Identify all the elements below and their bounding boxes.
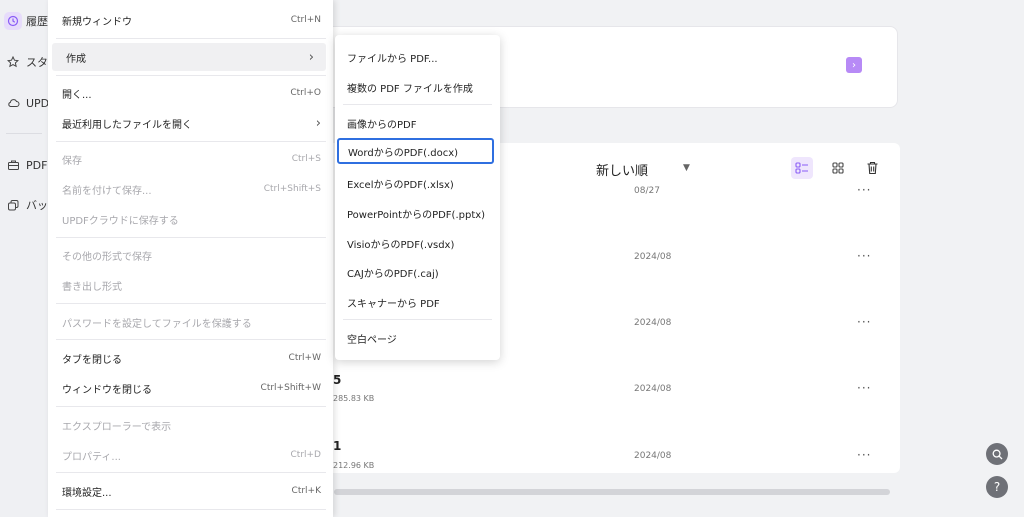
chevron-right-icon[interactable]: › <box>846 57 862 73</box>
submenu-item-pdf-from-excel[interactable]: ExcelからのPDF(.xlsx) <box>335 170 500 196</box>
submenu-item-pdf-from-caj[interactable]: CAJからのPDF(.caj) <box>335 259 500 285</box>
submenu-item-pdf-from-file[interactable]: ファイルから PDF... <box>335 44 500 70</box>
row-date: 2024/08 <box>634 384 672 394</box>
chevron-right-icon: › <box>308 49 314 65</box>
sidebar-item-history[interactable]: 履歴 <box>4 7 48 35</box>
submenu-item-pdf-from-word[interactable]: WordからのPDF(.docx) <box>337 138 494 164</box>
menu-separator <box>56 509 326 510</box>
caret-down-icon[interactable]: ▼ <box>683 163 690 173</box>
row-file-size: 212.96 KB <box>333 461 375 470</box>
clock-icon <box>4 12 22 30</box>
grid-view-button[interactable] <box>827 157 849 179</box>
menu-item-open-recent[interactable]: 最近利用したファイルを開く › <box>48 109 333 137</box>
menu-separator <box>56 406 326 407</box>
help-icon: ? <box>993 480 1001 494</box>
create-submenu: ファイルから PDF... 複数の PDF ファイルを作成 画像からのPDF W… <box>335 35 500 360</box>
search-button[interactable] <box>986 443 1008 465</box>
row-file-size: 285.83 KB <box>333 394 375 403</box>
sidebar-divider <box>6 133 42 134</box>
sidebar: 履歴 スター付き UPDF PDF バッチ <box>0 0 48 517</box>
menu-item-export-format[interactable]: 書き出し形式 <box>48 271 333 299</box>
list-view-button[interactable] <box>791 157 813 179</box>
sidebar-item-label: 履歴 <box>26 15 48 28</box>
sidebar-item-label: UPDF <box>26 96 48 110</box>
search-icon <box>992 449 1002 459</box>
menu-separator <box>56 38 326 39</box>
submenu-item-create-multiple-pdf[interactable]: 複数の PDF ファイルを作成 <box>335 74 500 100</box>
row-date: 2024/08 <box>634 252 672 262</box>
row-date: 2024/08 <box>634 318 672 328</box>
menu-separator <box>56 237 326 238</box>
more-icon[interactable]: ··· <box>857 448 871 462</box>
menu-item-new-window[interactable]: 新規ウィンドウ Ctrl+N <box>48 6 333 34</box>
submenu-item-pdf-from-scanner[interactable]: スキャナーから PDF <box>335 289 500 315</box>
menu-item-save-to-cloud[interactable]: UPDFクラウドに保存する <box>48 205 333 233</box>
submenu-item-pdf-from-powerpoint[interactable]: PowerPointからのPDF(.pptx) <box>335 200 500 226</box>
menu-separator <box>56 472 326 473</box>
menu-item-close-tab[interactable]: タブを閉じる Ctrl+W <box>48 344 333 372</box>
delete-button[interactable] <box>861 157 883 179</box>
menu-item-save-as[interactable]: 名前を付けて保存... Ctrl+Shift+S <box>48 175 333 203</box>
row-file-name[interactable]: 5 <box>333 373 341 387</box>
row-date: 2024/08 <box>634 451 672 461</box>
submenu-item-pdf-from-visio[interactable]: VisioからのPDF(.vsdx) <box>335 230 500 256</box>
menu-item-preferences[interactable]: 環境設定... Ctrl+K <box>48 477 333 505</box>
copy-icon <box>4 196 22 214</box>
chevron-right-icon: › <box>315 115 321 131</box>
briefcase-icon <box>4 156 22 174</box>
menu-separator <box>56 339 326 340</box>
menu-separator <box>56 141 326 142</box>
sort-dropdown[interactable]: 新しい順 <box>596 160 648 179</box>
sidebar-item-label: バッチ <box>26 199 48 212</box>
menu-item-open[interactable]: 開く... Ctrl+O <box>48 79 333 107</box>
submenu-separator <box>343 104 492 105</box>
menu-item-save[interactable]: 保存 Ctrl+S <box>48 145 333 173</box>
row-file-name[interactable]: 1 <box>333 439 341 453</box>
horizontal-scrollbar[interactable] <box>334 489 890 495</box>
star-icon <box>4 53 22 71</box>
sidebar-item-label: PDF <box>26 158 48 172</box>
more-icon[interactable]: ··· <box>857 315 871 329</box>
submenu-item-blank-page[interactable]: 空白ページ <box>335 325 500 351</box>
sidebar-item-starred[interactable]: スター付き <box>4 48 48 76</box>
menu-item-set-password[interactable]: パスワードを設定してファイルを保護する <box>48 308 333 336</box>
submenu-separator <box>343 319 492 320</box>
trash-icon <box>867 161 877 175</box>
sidebar-item-pdf[interactable]: PDF <box>4 151 48 179</box>
list-view-icon <box>795 162 808 174</box>
menu-item-properties[interactable]: プロパティ... Ctrl+D <box>48 441 333 469</box>
more-icon[interactable]: ··· <box>857 249 871 263</box>
more-icon[interactable]: ··· <box>857 381 871 395</box>
menu-item-create[interactable]: 作成 › <box>52 43 326 71</box>
help-button[interactable]: ? <box>986 476 1008 498</box>
menu-item-show-in-explorer[interactable]: エクスプローラーで表示 <box>48 411 333 439</box>
cloud-icon <box>4 94 22 112</box>
more-icon[interactable]: ··· <box>857 183 871 197</box>
menu-item-save-other-format[interactable]: その他の形式で保存 <box>48 241 333 269</box>
grid-view-icon <box>832 162 844 174</box>
menu-separator <box>56 75 326 76</box>
menu-separator <box>56 303 326 304</box>
menu-item-close-window[interactable]: ウィンドウを閉じる Ctrl+Shift+W <box>48 374 333 402</box>
file-menu: 新規ウィンドウ Ctrl+N 作成 › 開く... Ctrl+O 最近利用したフ… <box>48 0 333 517</box>
submenu-item-pdf-from-image[interactable]: 画像からのPDF <box>335 110 500 136</box>
sidebar-item-batch[interactable]: バッチ <box>4 191 48 219</box>
sidebar-item-label: スター付き <box>26 56 48 69</box>
sidebar-item-cloud[interactable]: UPDF <box>4 89 48 117</box>
row-date: 08/27 <box>634 186 660 196</box>
